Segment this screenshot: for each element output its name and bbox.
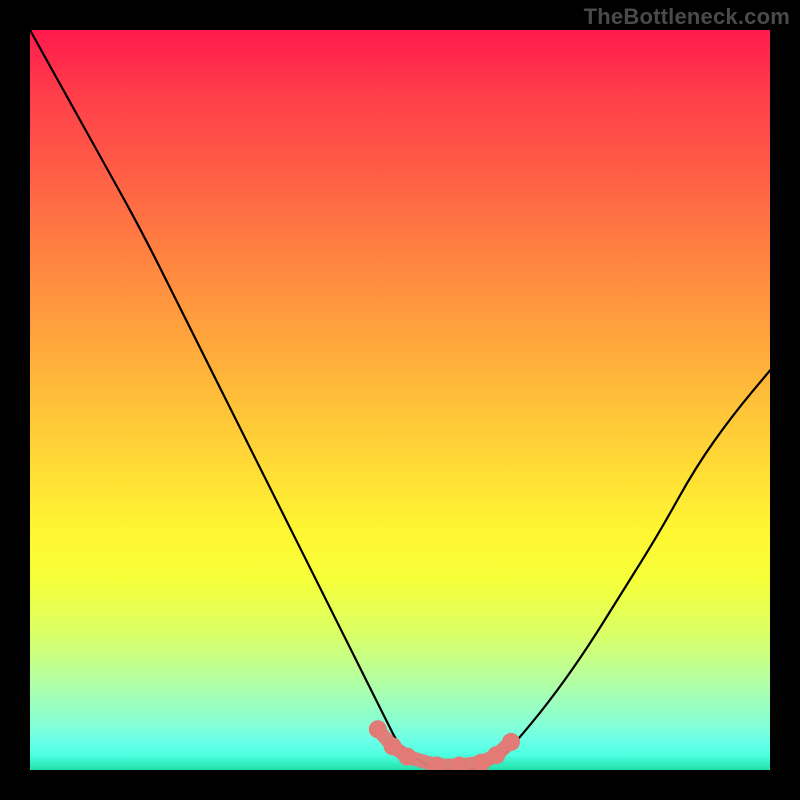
good-zone-marker [398, 748, 416, 766]
bottleneck-curve-path [30, 30, 770, 770]
good-zone-marker [384, 737, 402, 755]
watermark-text: TheBottleneck.com [584, 4, 790, 30]
good-zone-marker [502, 733, 520, 751]
chart-frame: TheBottleneck.com [0, 0, 800, 800]
plot-area [30, 30, 770, 770]
curve-svg [30, 30, 770, 770]
good-zone-marker [487, 746, 505, 764]
good-zone-marker [369, 720, 387, 738]
